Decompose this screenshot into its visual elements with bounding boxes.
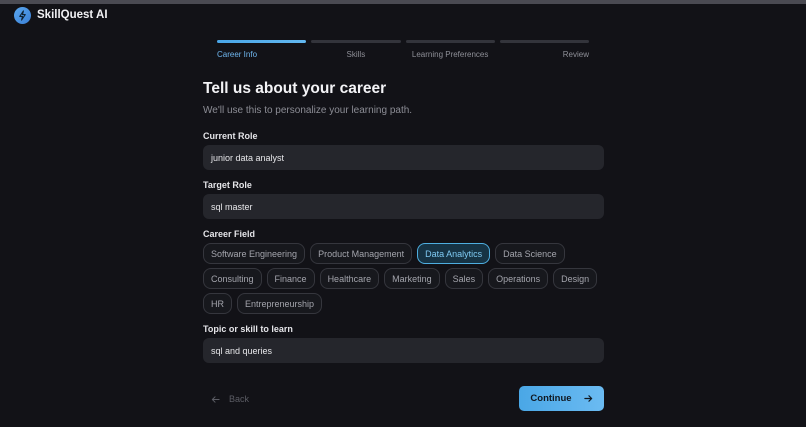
app-name: SkillQuest AI xyxy=(37,9,108,21)
step-skills: Skills xyxy=(311,40,401,59)
chip-design[interactable]: Design xyxy=(553,268,598,289)
step-label: Career Info xyxy=(217,50,258,59)
page-title: Tell us about your career xyxy=(203,80,387,97)
chip-entrepreneurship[interactable]: Entrepreneurship xyxy=(237,293,323,314)
back-label: Back xyxy=(229,394,250,404)
page-subtitle: We'll use this to personalize your learn… xyxy=(203,105,413,116)
chip-sales[interactable]: Sales xyxy=(444,268,484,289)
chip-data-science[interactable]: Data Science xyxy=(495,243,565,264)
chip-product-management[interactable]: Product Management xyxy=(310,243,413,264)
topic-label: Topic or skill to learn xyxy=(203,324,293,334)
lightning-logo-icon xyxy=(14,6,31,24)
chip-marketing[interactable]: Marketing xyxy=(384,268,440,289)
chip-healthcare[interactable]: Healthcare xyxy=(319,268,380,289)
chip-data-analytics[interactable]: Data Analytics xyxy=(417,243,491,264)
career-field-row-3: HR Entrepreneurship xyxy=(203,293,323,314)
progress-stepper: Career Info Skills Learning Preferences … xyxy=(217,40,589,59)
chip-operations[interactable]: Operations xyxy=(488,268,549,289)
topic-input[interactable]: sql and queries xyxy=(203,338,604,363)
step-review: Review xyxy=(499,40,589,59)
page-header: Tell us about your career We'll use this… xyxy=(203,80,604,116)
step-bar xyxy=(499,40,589,43)
chip-hr[interactable]: HR xyxy=(203,293,232,314)
step-bar xyxy=(217,40,307,43)
arrow-left-icon xyxy=(211,395,220,403)
career-field-row-2: Consulting Finance Healthcare Marketing … xyxy=(203,268,598,289)
target-role-label: Target Role xyxy=(203,180,252,190)
chip-software-engineering[interactable]: Software Engineering xyxy=(203,243,306,264)
step-bar xyxy=(311,40,401,43)
top-border xyxy=(0,0,806,4)
target-role-input[interactable]: sql master xyxy=(203,194,604,219)
step-label: Review xyxy=(562,50,589,59)
chip-consulting[interactable]: Consulting xyxy=(203,268,262,289)
step-bar xyxy=(405,40,495,43)
current-role-label: Current Role xyxy=(203,131,258,141)
step-learning-preferences: Learning Preferences xyxy=(405,40,495,59)
continue-label: Continue xyxy=(530,393,572,404)
step-career-info: Career Info xyxy=(217,40,307,59)
current-role-input[interactable]: junior data analyst xyxy=(203,145,604,170)
continue-button[interactable]: Continue xyxy=(519,386,604,411)
chip-finance[interactable]: Finance xyxy=(266,268,315,289)
career-field-row-1: Software Engineering Product Management … xyxy=(203,243,565,264)
step-label: Skills xyxy=(346,50,366,59)
arrow-right-icon xyxy=(583,395,592,402)
career-field-label: Career Field xyxy=(203,229,256,239)
brand[interactable]: SkillQuest AI xyxy=(14,6,108,24)
step-label: Learning Preferences xyxy=(411,50,489,59)
back-button[interactable]: Back xyxy=(211,391,249,407)
